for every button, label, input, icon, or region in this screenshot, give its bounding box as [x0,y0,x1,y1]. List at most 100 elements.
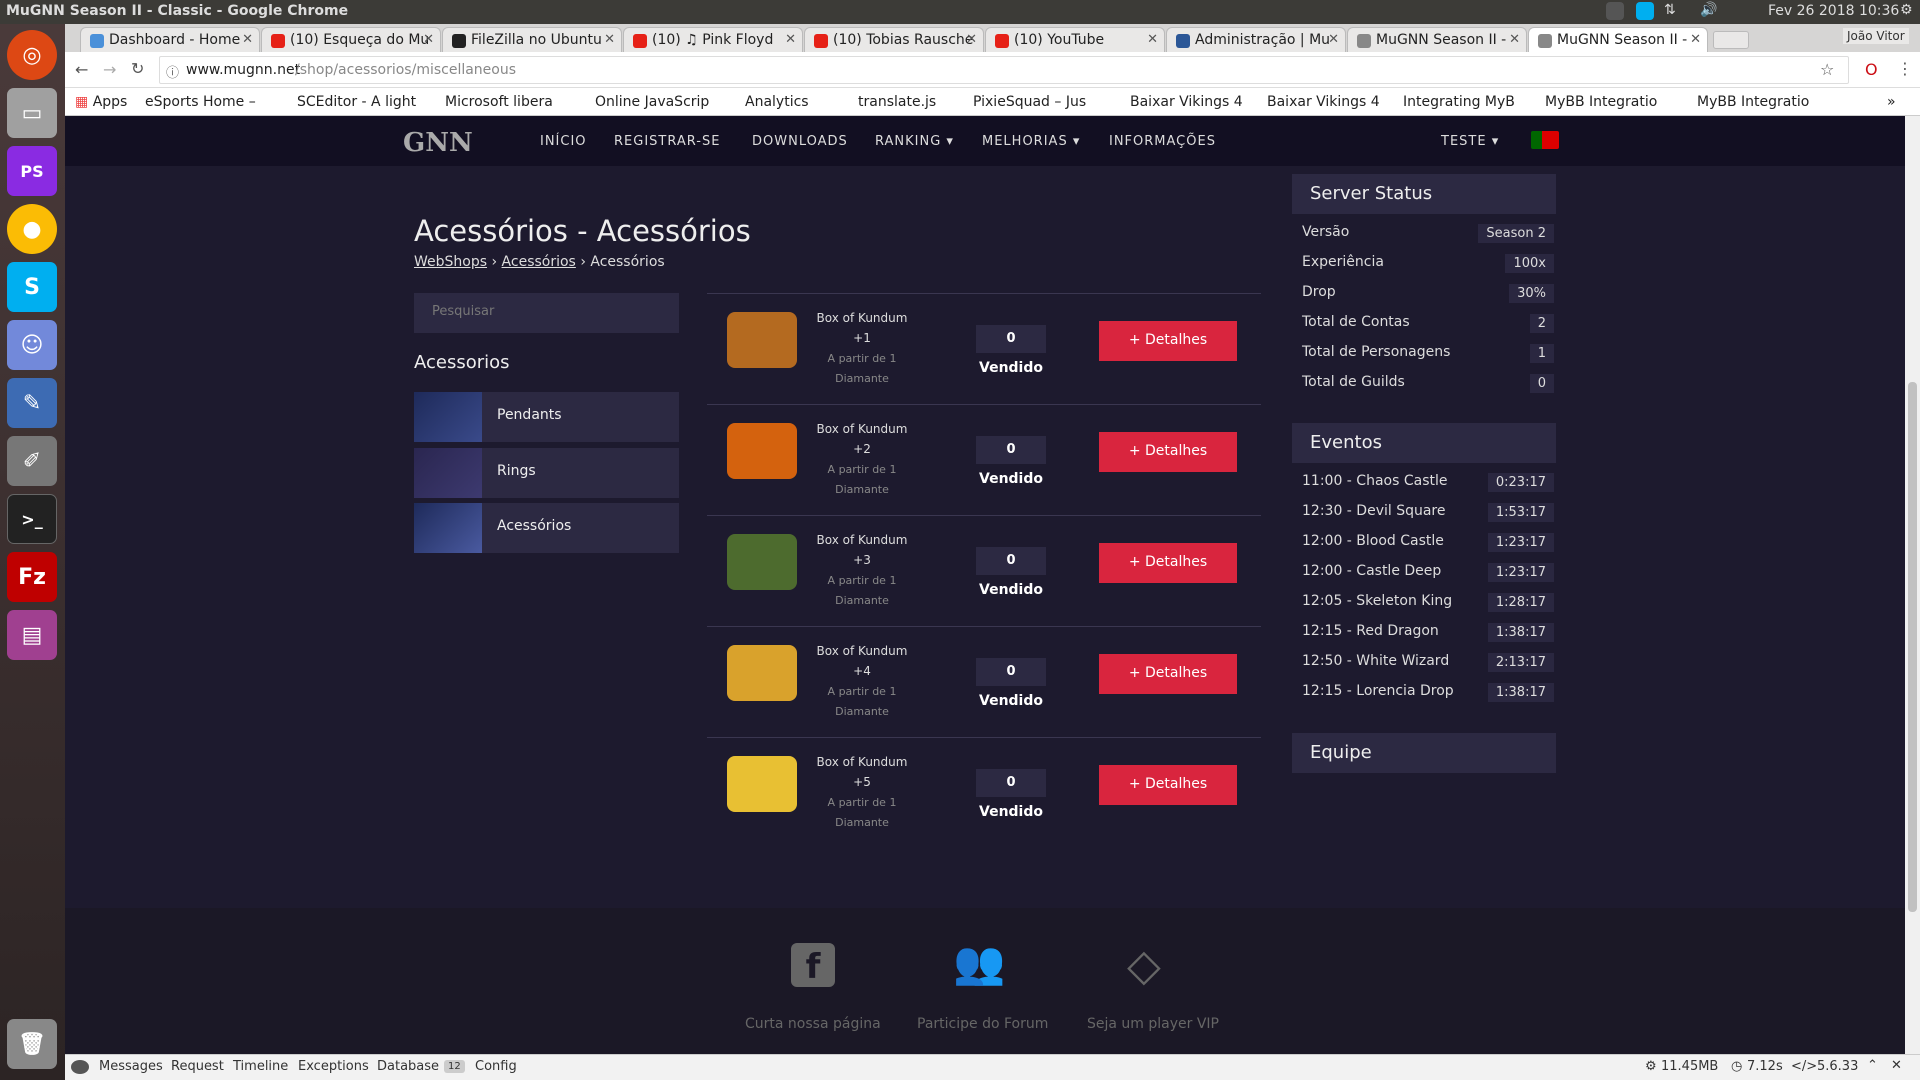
box-of-kundum-image[interactable] [727,423,797,479]
tab[interactable]: (10) Esqueça do Mu ✕ [261,27,441,52]
clock[interactable]: Fev 26 2018 10:36 [1768,3,1899,19]
window-icon[interactable]: ▤ [7,610,57,660]
bookmark[interactable]: eSports Home – [145,94,256,110]
bookmark[interactable]: Microsoft libera [445,94,553,110]
footer-link[interactable]: Curta nossa página [745,1016,881,1032]
footer-link[interactable]: Participe do Forum [917,1016,1048,1032]
volume-icon[interactable]: 🔊 [1700,2,1717,18]
debug-tab[interactable]: Database [377,1059,439,1074]
text-editor-icon[interactable]: ✐ [7,436,57,486]
trash-icon[interactable]: 🗑 [7,1019,57,1069]
discord-icon[interactable]: ☺ [7,320,57,370]
chrome-icon[interactable]: ● [7,204,57,254]
category-item-acessorios[interactable]: Acessórios [414,503,679,553]
category-item-rings[interactable]: Rings [414,448,679,498]
details-button[interactable]: + Detalhes [1099,321,1237,361]
scrollbar[interactable] [1905,116,1920,1054]
bookmark[interactable]: Online JavaScrip [595,94,709,110]
php-icon[interactable] [71,1060,89,1074]
footer-link[interactable]: Seja um player VIP [1087,1016,1219,1032]
back-icon[interactable]: ← [75,60,88,79]
debug-tab[interactable]: Timeline [233,1059,288,1074]
tab[interactable]: FileZilla no Ubuntu ✕ [442,27,622,52]
more-bookmarks-icon[interactable]: » [1887,94,1896,110]
bookmark[interactable]: PixieSquad – Jus [973,94,1086,110]
details-button[interactable]: + Detalhes [1099,543,1237,583]
box-of-kundum-image[interactable] [727,534,797,590]
tab-active[interactable]: MuGNN Season II - ✕ [1528,27,1708,52]
bookmark[interactable]: MyBB Integratio [1697,94,1809,110]
debug-tab[interactable]: Config [475,1059,517,1074]
reload-icon[interactable]: ↻ [131,59,144,78]
details-button[interactable]: + Detalhes [1099,432,1237,472]
tab[interactable]: Administração | Mu ✕ [1166,27,1346,52]
bookmark[interactable]: MyBB Integratio [1545,94,1657,110]
editor-icon[interactable]: ✎ [7,378,57,428]
close-icon[interactable]: ✕ [423,32,434,47]
breadcrumb-link[interactable]: Acessórios [502,254,576,270]
close-icon[interactable]: ✕ [1690,32,1701,47]
tab[interactable]: (10) YouTube ✕ [985,27,1165,52]
bookmark[interactable]: translate.js [858,94,936,110]
network-icon[interactable]: ⇅ [1664,2,1676,18]
debug-tab[interactable]: Messages [99,1059,163,1074]
users-icon[interactable]: 👥 [953,938,1005,988]
phpstorm-icon[interactable]: PS [7,146,57,196]
portugal-flag-icon[interactable] [1531,131,1559,149]
files-icon[interactable]: ▭ [7,88,57,138]
bookmark-apps[interactable]: ▦ Apps [75,94,127,110]
search-input[interactable]: Pesquisar [414,293,679,333]
nav-item[interactable]: RANKING ▾ [875,134,954,149]
menu-icon[interactable]: ⋮ [1897,59,1913,78]
nav-item[interactable]: REGISTRAR-SE [614,134,720,149]
debug-tab[interactable]: Request [171,1059,224,1074]
box-of-kundum-image[interactable] [727,645,797,701]
diamond-icon[interactable]: ◇ [1127,940,1161,991]
close-icon[interactable]: ✕ [1891,1058,1902,1073]
opera-extension-icon[interactable]: O [1865,60,1878,79]
close-icon[interactable]: ✕ [1328,32,1339,47]
profile-name[interactable]: João Vitor [1843,28,1909,44]
tab[interactable]: MuGNN Season II - ✕ [1347,27,1527,52]
skype-tray-icon[interactable] [1636,2,1654,20]
info-icon[interactable]: ⓘ [166,62,179,81]
box-of-kundum-image[interactable] [727,756,797,812]
skype-icon[interactable]: S [7,262,57,312]
ubuntu-icon[interactable]: ◎ [7,30,57,80]
bookmark[interactable]: Baixar Vikings 4 [1130,94,1243,110]
box-of-kundum-image[interactable] [727,312,797,368]
discord-tray-icon[interactable] [1606,2,1624,20]
site-logo[interactable]: GNN [403,128,473,158]
star-icon[interactable]: ☆ [1820,60,1834,79]
close-icon[interactable]: ✕ [785,32,796,47]
breadcrumb-link[interactable]: WebShops [414,254,487,270]
tab[interactable]: (10) Tobias Rausche ✕ [804,27,984,52]
nav-item[interactable]: MELHORIAS ▾ [982,134,1080,149]
bookmark[interactable]: Analytics [745,94,809,110]
close-icon[interactable]: ✕ [242,32,253,47]
nav-item[interactable]: INFORMAÇÕES [1109,134,1216,149]
scrollbar-thumb[interactable] [1908,382,1917,912]
close-icon[interactable]: ✕ [604,32,615,47]
filezilla-icon[interactable]: Fz [7,552,57,602]
details-button[interactable]: + Detalhes [1099,654,1237,694]
bookmark[interactable]: Integrating MyB [1403,94,1515,110]
facebook-icon[interactable]: f [791,943,835,987]
close-icon[interactable]: ✕ [966,32,977,47]
debug-tab[interactable]: Exceptions [298,1059,369,1074]
bookmark[interactable]: Baixar Vikings 4 [1267,94,1380,110]
url-field[interactable]: ⓘ www.mugnn.net /shop/acessorios/miscell… [159,56,1849,84]
forward-icon[interactable]: → [103,60,116,79]
chevron-up-icon[interactable]: ⌃ [1867,1058,1878,1073]
tab[interactable]: (10) ♫ Pink Floyd ✕ [623,27,803,52]
gear-icon[interactable]: ⚙ [1900,2,1913,18]
nav-item[interactable]: DOWNLOADS [752,134,848,149]
bookmark[interactable]: SCEditor - A light [297,94,416,110]
terminal-icon[interactable]: >_ [7,494,57,544]
user-menu[interactable]: TESTE ▾ [1441,134,1499,149]
new-tab-button[interactable] [1713,31,1749,49]
tab[interactable]: Dashboard - Home ✕ [80,27,260,52]
category-item-pendants[interactable]: Pendants [414,392,679,442]
close-icon[interactable]: ✕ [1509,32,1520,47]
details-button[interactable]: + Detalhes [1099,765,1237,805]
